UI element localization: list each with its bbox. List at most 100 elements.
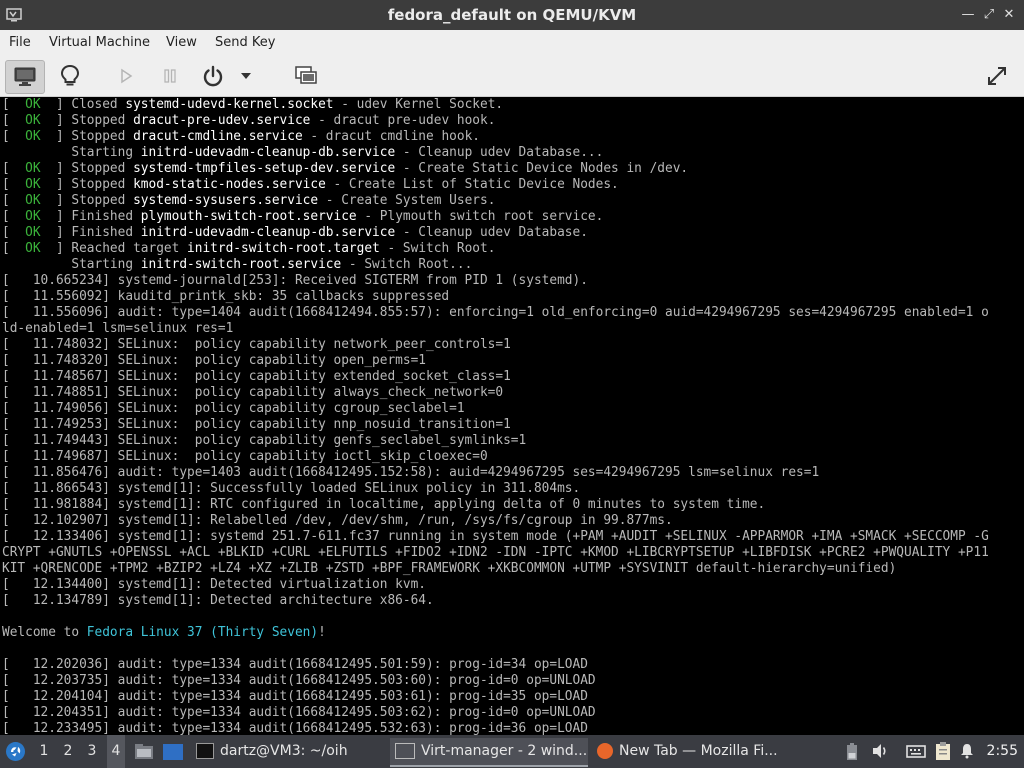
menu-bar: File Virtual Machine View Send Key: [0, 30, 1024, 55]
virt-manager-icon: [395, 743, 415, 759]
keyboard-icon[interactable]: [906, 741, 926, 761]
console-text: [ 12.233495] audit: type=1334 audit(1668…: [2, 721, 588, 735]
console-text: initrd-udevadm-cleanup-db.service: [140, 225, 396, 240]
console-text: Starting: [2, 257, 141, 272]
console-text: [ 11.748851] SELinux: policy capability …: [2, 385, 504, 400]
console-text: [: [2, 129, 26, 144]
workspace-1[interactable]: 1: [35, 735, 53, 768]
console-line: [ OK ] Closed systemd-udevd-kernel.socke…: [2, 97, 503, 113]
console-text: - udev Kernel Socket.: [333, 97, 504, 112]
maximize-icon[interactable]: ⤢: [981, 6, 997, 24]
console-line: [ OK ] Stopped systemd-sysusers.service …: [2, 193, 495, 209]
console-text: [: [2, 97, 26, 112]
console-text: [: [2, 241, 26, 256]
console-line: KIT +QRENCODE +TPM2 +BZIP2 +LZ4 +XZ +ZLI…: [2, 561, 896, 577]
console-text: [: [2, 161, 26, 176]
console-line: [ OK ] Stopped systemd-tmpfiles-setup-de…: [2, 161, 688, 177]
clipboard-icon[interactable]: [933, 741, 953, 761]
console-line: [ 11.748320] SELinux: policy capability …: [2, 353, 426, 369]
console-text: [: [2, 177, 26, 192]
ok-status: OK: [25, 129, 41, 144]
taskbar-clock[interactable]: 2:55: [987, 735, 1018, 768]
console-text: - Cleanup udev Database...: [395, 145, 604, 160]
pause-button[interactable]: [151, 60, 189, 92]
console-text: systemd-udevd-kernel.socket: [125, 97, 334, 112]
console-text: ld-enabled=1 lsm=selinux res=1: [2, 321, 234, 336]
console-text: ] Stopped: [40, 193, 134, 208]
taskbar-terminal-label: dartz@VM3: ~/oih: [220, 743, 348, 759]
console-line: [ 11.556092] kauditd_printk_skb: 35 call…: [2, 289, 449, 305]
minimize-icon[interactable]: —: [960, 6, 976, 24]
workspace-3[interactable]: 3: [83, 735, 101, 768]
console-text: [ 12.204351] audit: type=1334 audit(1668…: [2, 705, 596, 720]
power-icon: [203, 65, 223, 87]
console-line: [ 11.981884] systemd[1]: RTC configured …: [2, 497, 765, 513]
taskbar-firefox-label: New Tab — Mozilla Fi...: [619, 743, 778, 759]
play-icon: [121, 68, 133, 84]
snapshots-icon: [295, 66, 317, 84]
console-text: [ 11.749687] SELinux: policy capability …: [2, 449, 488, 464]
console-line: CRYPT +GNUTLS +OPENSSL +ACL +BLKID +CURL…: [2, 545, 989, 561]
console-line: Starting initrd-switch-root.service - Sw…: [2, 257, 472, 273]
console-line: [ 10.665234] systemd-journald[253]: Rece…: [2, 273, 588, 289]
taskbar-firefox[interactable]: New Tab — Mozilla Fi...: [594, 738, 794, 765]
workspace-2[interactable]: 2: [59, 735, 77, 768]
workspace-4[interactable]: 4: [107, 735, 125, 768]
console-text: [ 12.204104] audit: type=1334 audit(1668…: [2, 689, 588, 704]
console-text: kmod-static-nodes.service: [133, 177, 326, 192]
vm-console-display[interactable]: [ OK ] Closed systemd-udevd-kernel.socke…: [0, 97, 1024, 735]
console-text: [ 10.665234] systemd-journald[253]: Rece…: [2, 273, 588, 288]
console-text: [: [2, 225, 26, 240]
shutdown-button[interactable]: [194, 60, 232, 92]
taskbar-virt-manager[interactable]: Virt-manager - 2 wind...: [390, 738, 588, 767]
console-line: [ 12.134789] systemd[1]: Detected archit…: [2, 593, 434, 609]
fullscreen-icon: [988, 67, 1006, 85]
ok-status: OK: [25, 193, 41, 208]
details-view-button[interactable]: [51, 60, 89, 92]
console-text: [: [2, 209, 26, 224]
menu-file[interactable]: File: [9, 30, 31, 55]
console-text: [ 11.748032] SELinux: policy capability …: [2, 337, 511, 352]
console-text: initrd-switch-root.target: [187, 241, 380, 256]
shutdown-menu-button[interactable]: [233, 60, 259, 92]
console-text: systemd-sysusers.service: [133, 193, 319, 208]
lightbulb-icon: [60, 64, 80, 86]
console-line: [ 11.556096] audit: type=1404 audit(1668…: [2, 305, 989, 321]
taskbar: 1 2 3 4 dartz@VM3: ~/oih Virt-manager - …: [0, 735, 1024, 768]
ok-status: OK: [25, 209, 41, 224]
taskbar-terminal[interactable]: dartz@VM3: ~/oih: [192, 738, 382, 765]
run-button[interactable]: [107, 60, 145, 92]
console-line: [ 12.202036] audit: type=1334 audit(1668…: [2, 657, 588, 673]
show-desktop-icon[interactable]: [162, 743, 184, 761]
monitor-icon: [14, 67, 36, 86]
console-text: ] Stopped: [40, 129, 134, 144]
menu-virtual-machine[interactable]: Virtual Machine: [49, 30, 150, 55]
snapshots-button[interactable]: [287, 60, 325, 92]
console-text: plymouth-switch-root.service: [140, 209, 357, 224]
console-view-button[interactable]: [5, 60, 45, 94]
console-text: dracut-pre-udev.service: [133, 113, 311, 128]
battery-icon[interactable]: [842, 741, 862, 761]
pause-icon: [164, 69, 176, 83]
console-line: ld-enabled=1 lsm=selinux res=1: [2, 321, 233, 337]
console-text: - dracut pre-udev hook.: [310, 113, 496, 128]
console-line: [ 11.866543] systemd[1]: Successfully lo…: [2, 481, 580, 497]
toolbar: [0, 55, 1024, 97]
console-text: - Switch Root.: [379, 241, 496, 256]
console-line: [ 12.204351] audit: type=1334 audit(1668…: [2, 705, 596, 721]
console-line: [ 12.134400] systemd[1]: Detected virtua…: [2, 577, 426, 593]
file-manager-icon[interactable]: [134, 743, 154, 761]
notifications-icon[interactable]: [957, 741, 977, 761]
console-text: ] Stopped: [40, 113, 134, 128]
menu-view[interactable]: View: [166, 30, 197, 55]
console-text: initrd-switch-root.service: [140, 257, 342, 272]
console-text: Starting: [2, 145, 141, 160]
console-line: [ 12.133406] systemd[1]: systemd 251.7-6…: [2, 529, 989, 545]
console-line: [ 12.204104] audit: type=1334 audit(1668…: [2, 689, 588, 705]
window-title: fedora_default on QEMU/KVM: [387, 6, 637, 24]
fullscreen-button[interactable]: [978, 60, 1016, 92]
start-menu-icon[interactable]: [5, 741, 26, 762]
menu-send-key[interactable]: Send Key: [215, 30, 275, 55]
close-icon[interactable]: ✕: [1001, 6, 1017, 24]
volume-icon[interactable]: [870, 741, 890, 761]
